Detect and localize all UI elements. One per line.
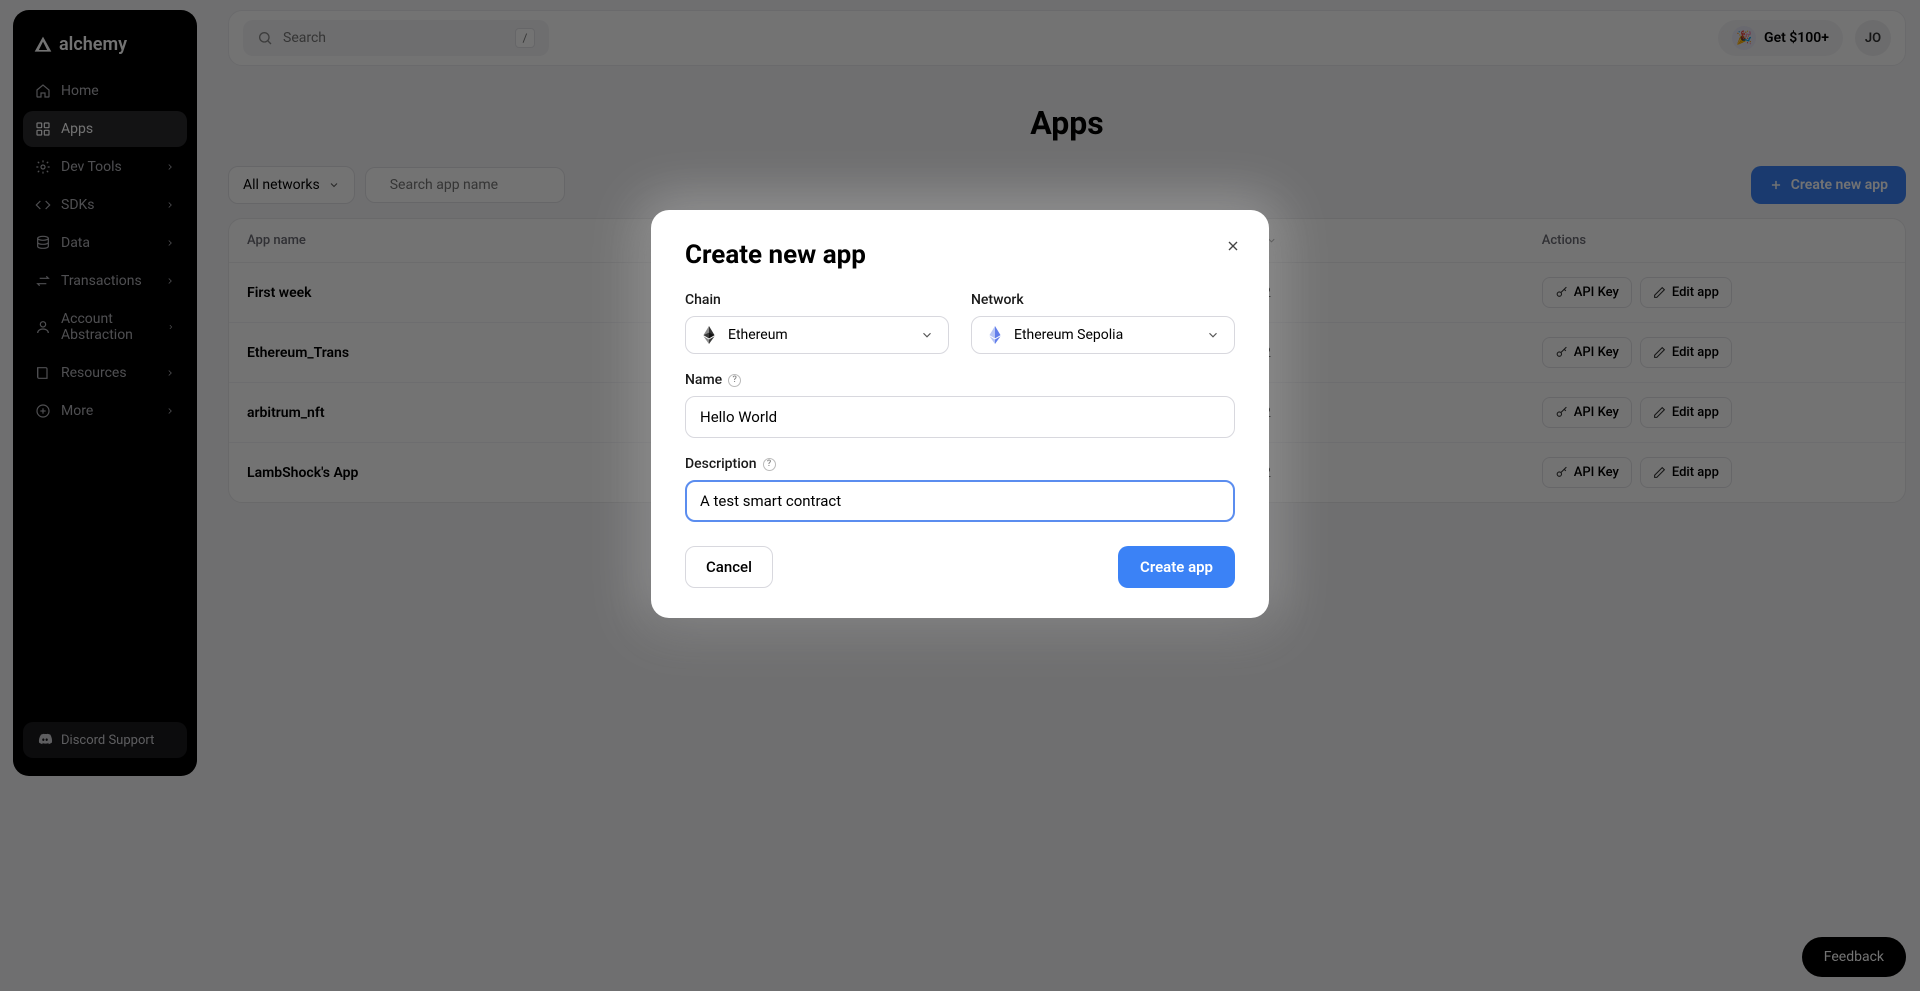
chevron-down-icon: [1206, 328, 1220, 342]
help-icon[interactable]: ?: [763, 458, 776, 471]
ethereum-icon: [700, 326, 718, 344]
chain-select[interactable]: Ethereum: [685, 316, 949, 354]
create-app-modal: Create new app Chain Ethereum Network Et…: [651, 210, 1269, 618]
modal-overlay[interactable]: Create new app Chain Ethereum Network Et…: [0, 0, 1920, 991]
app-description-input[interactable]: [685, 480, 1235, 522]
network-value: Ethereum Sepolia: [1014, 327, 1123, 343]
chevron-down-icon: [920, 328, 934, 342]
help-icon[interactable]: ?: [728, 374, 741, 387]
network-select[interactable]: Ethereum Sepolia: [971, 316, 1235, 354]
modal-close-button[interactable]: [1219, 232, 1247, 260]
description-label: Description ?: [685, 456, 1235, 472]
name-label: Name ?: [685, 372, 1235, 388]
modal-title: Create new app: [685, 240, 1235, 270]
chain-label: Chain: [685, 292, 949, 308]
close-icon: [1225, 238, 1241, 254]
chain-value: Ethereum: [728, 327, 788, 343]
app-name-input[interactable]: [685, 396, 1235, 438]
create-app-submit-button[interactable]: Create app: [1118, 546, 1235, 588]
cancel-button[interactable]: Cancel: [685, 546, 773, 588]
network-label: Network: [971, 292, 1235, 308]
ethereum-icon: [986, 326, 1004, 344]
